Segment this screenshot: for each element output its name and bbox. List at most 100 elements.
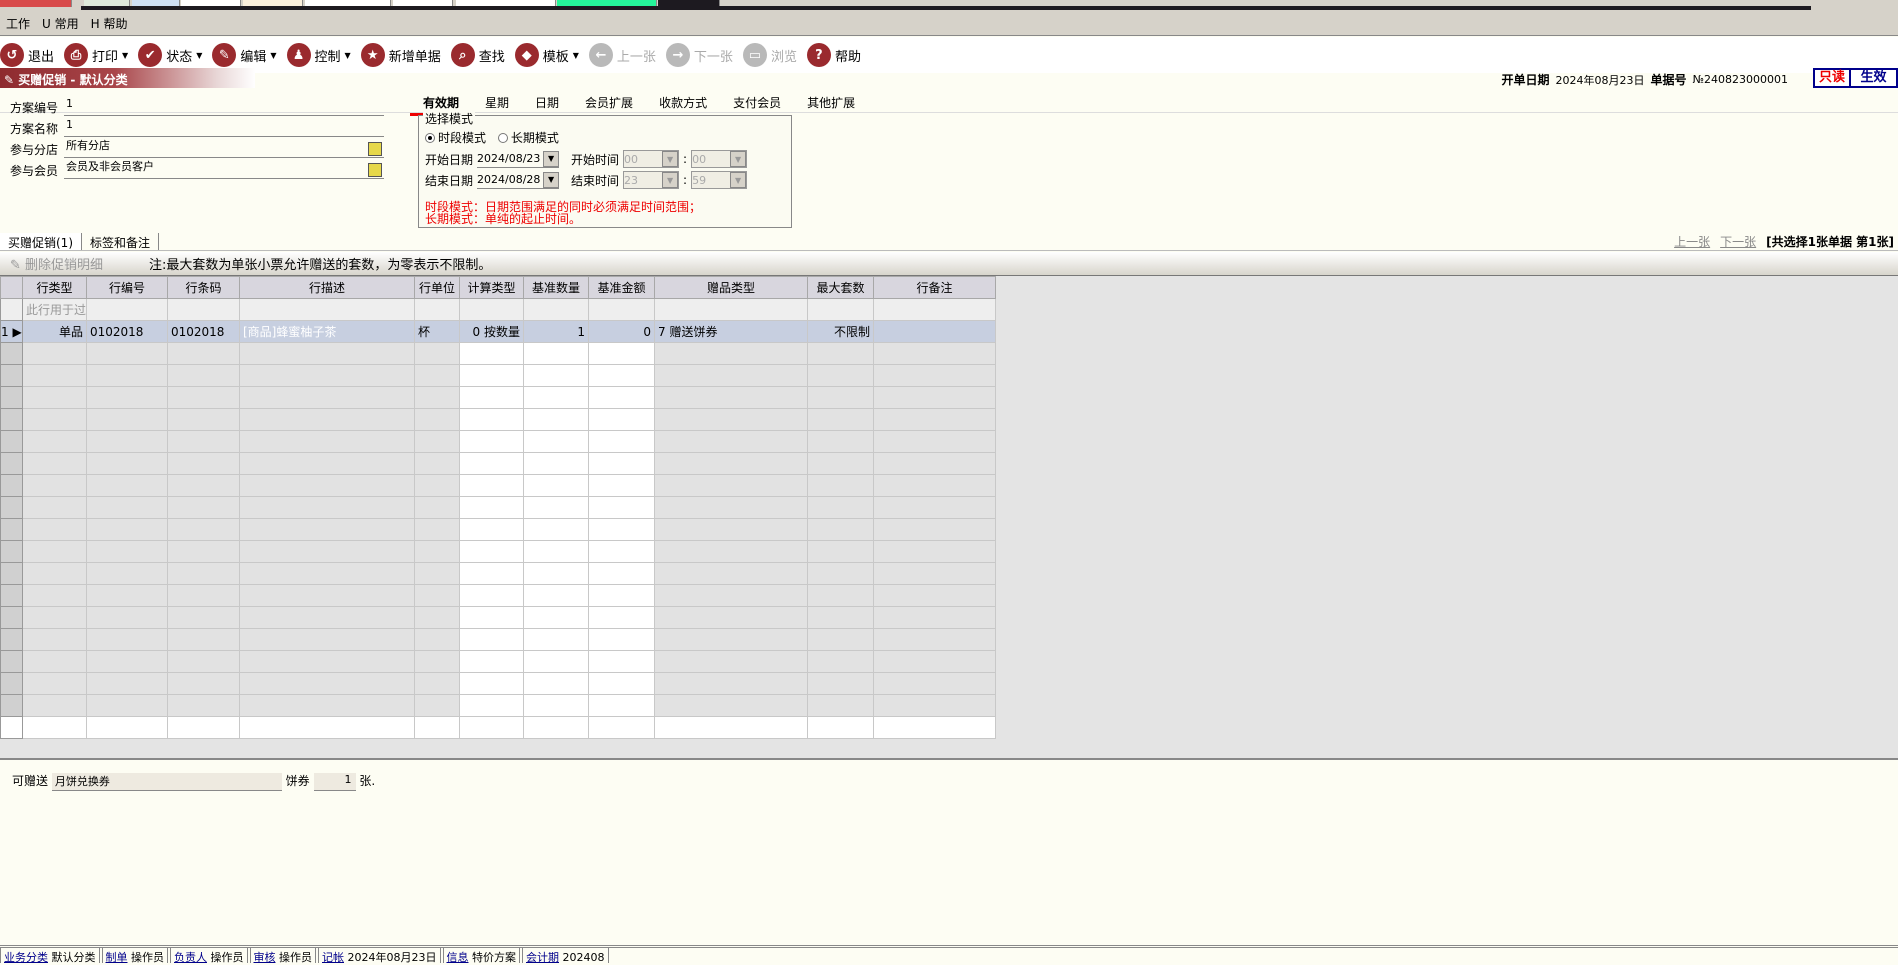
grid-cell[interactable]	[86, 628, 168, 651]
grid-cell[interactable]	[22, 496, 87, 519]
grid-cell[interactable]	[523, 672, 589, 695]
grid-cell[interactable]	[588, 430, 655, 453]
status-key[interactable]: 信息	[447, 951, 469, 964]
grid-cell[interactable]	[588, 584, 655, 607]
grid-cell[interactable]	[239, 452, 415, 475]
grid-cell[interactable]	[86, 386, 168, 409]
filter-cell[interactable]	[239, 298, 415, 321]
grid-cell[interactable]	[654, 364, 808, 387]
column-header[interactable]: 行类型	[22, 276, 87, 299]
grid-cell[interactable]	[873, 496, 996, 519]
grid-cell[interactable]: 0102018	[167, 320, 240, 343]
status-key[interactable]: 审核	[254, 951, 276, 964]
grid-cell[interactable]	[873, 408, 996, 431]
grid-cell[interactable]	[167, 650, 240, 673]
grid-cell[interactable]	[86, 584, 168, 607]
grid-cell[interactable]	[523, 562, 589, 585]
grid-cell[interactable]	[167, 474, 240, 497]
chevron-down-icon[interactable]: ▼	[543, 171, 560, 188]
grid-cell[interactable]	[414, 628, 460, 651]
grid-cell[interactable]	[239, 584, 415, 607]
toolbar-button-6[interactable]: ⌕ 查找	[450, 43, 505, 67]
grid-cell[interactable]	[459, 474, 524, 497]
grid-cell[interactable]	[807, 694, 874, 717]
grid-cell[interactable]	[459, 628, 524, 651]
column-header[interactable]: 基准金额	[588, 276, 655, 299]
grid-cell[interactable]	[523, 364, 589, 387]
grid-cell[interactable]	[22, 540, 87, 563]
grid-cell[interactable]	[22, 562, 87, 585]
grid-cell[interactable]	[523, 474, 589, 497]
folder-icon[interactable]	[368, 163, 382, 177]
folder-icon[interactable]	[368, 142, 382, 156]
chevron-down-icon[interactable]: ▼	[543, 150, 560, 167]
toolbar-button-9[interactable]: → 下一张	[665, 43, 733, 67]
tab-buy-gift[interactable]: 买赠促销(1)	[0, 233, 82, 250]
grid-cell[interactable]	[239, 650, 415, 673]
column-header[interactable]: 最大套数	[807, 276, 874, 299]
grid-cell[interactable]	[167, 342, 240, 365]
grid-cell[interactable]	[588, 518, 655, 541]
tab-date[interactable]: 日期	[522, 92, 572, 116]
grid-cell[interactable]	[654, 386, 808, 409]
grid-cell[interactable]	[873, 320, 996, 343]
grid-cell[interactable]	[167, 584, 240, 607]
tab-member-ext[interactable]: 会员扩展	[572, 92, 646, 116]
tab-pay-member[interactable]: 支付会员	[720, 92, 794, 116]
grid-cell[interactable]: [商品]蜂蜜柚子茶	[239, 320, 415, 343]
grid-cell[interactable]	[873, 518, 996, 541]
grid-cell[interactable]	[22, 474, 87, 497]
radio-long-term-mode[interactable]: 长期模式	[497, 129, 559, 146]
grid-cell[interactable]	[167, 628, 240, 651]
row-indicator[interactable]: 1 ▶	[0, 320, 23, 343]
grid-cell[interactable]	[22, 694, 87, 717]
grid-cell[interactable]	[523, 584, 589, 607]
dropdown-arrow-icon[interactable]: ▼	[270, 51, 276, 60]
grid-cell[interactable]	[523, 628, 589, 651]
grid-cell[interactable]	[86, 342, 168, 365]
column-header[interactable]: 行单位	[414, 276, 460, 299]
filter-cell[interactable]	[86, 298, 168, 321]
dropdown-arrow-icon[interactable]: ▼	[345, 51, 351, 60]
grid-cell[interactable]	[807, 452, 874, 475]
grid-cell[interactable]	[588, 386, 655, 409]
grid-cell[interactable]: 0102018	[86, 320, 168, 343]
grid-cell[interactable]	[807, 650, 874, 673]
grid-cell[interactable]	[523, 452, 589, 475]
grid-cell[interactable]	[588, 672, 655, 695]
grid-cell[interactable]	[167, 408, 240, 431]
grid-cell[interactable]	[22, 518, 87, 541]
dropdown-arrow-icon[interactable]: ▼	[196, 51, 202, 60]
grid-cell[interactable]	[459, 518, 524, 541]
grid-cell[interactable]	[873, 364, 996, 387]
grid-cell[interactable]	[588, 452, 655, 475]
plan-code-field[interactable]: 1	[64, 98, 384, 116]
grid-cell[interactable]	[167, 452, 240, 475]
toolbar-button-7[interactable]: ◆ 模板 ▼	[514, 43, 579, 67]
grid-cell[interactable]	[167, 386, 240, 409]
column-header[interactable]: 基准数量	[523, 276, 589, 299]
grid-cell[interactable]	[167, 430, 240, 453]
grid-cell[interactable]	[239, 364, 415, 387]
grid-cell[interactable]	[523, 518, 589, 541]
grid-cell[interactable]	[167, 562, 240, 585]
grid-cell[interactable]	[414, 386, 460, 409]
column-header[interactable]: 计算类型	[459, 276, 524, 299]
grid-cell[interactable]	[654, 694, 808, 717]
grid-cell[interactable]	[588, 606, 655, 629]
grid-cell[interactable]	[459, 672, 524, 695]
filter-cell[interactable]	[459, 298, 524, 321]
grid-cell[interactable]	[22, 386, 87, 409]
grid-cell[interactable]	[459, 364, 524, 387]
grid-cell[interactable]	[86, 408, 168, 431]
column-header[interactable]: 行编号	[86, 276, 168, 299]
grid-cell[interactable]	[523, 386, 589, 409]
tab-labels-notes[interactable]: 标签和备注	[82, 233, 160, 250]
filter-cell[interactable]: 此行用于过	[22, 298, 87, 321]
grid-cell[interactable]	[459, 650, 524, 673]
grid-cell[interactable]	[588, 694, 655, 717]
start-minute-select[interactable]: 00 ▼	[691, 150, 748, 168]
grid-cell[interactable]	[22, 584, 87, 607]
grid-cell[interactable]	[459, 562, 524, 585]
grid-cell[interactable]	[654, 518, 808, 541]
